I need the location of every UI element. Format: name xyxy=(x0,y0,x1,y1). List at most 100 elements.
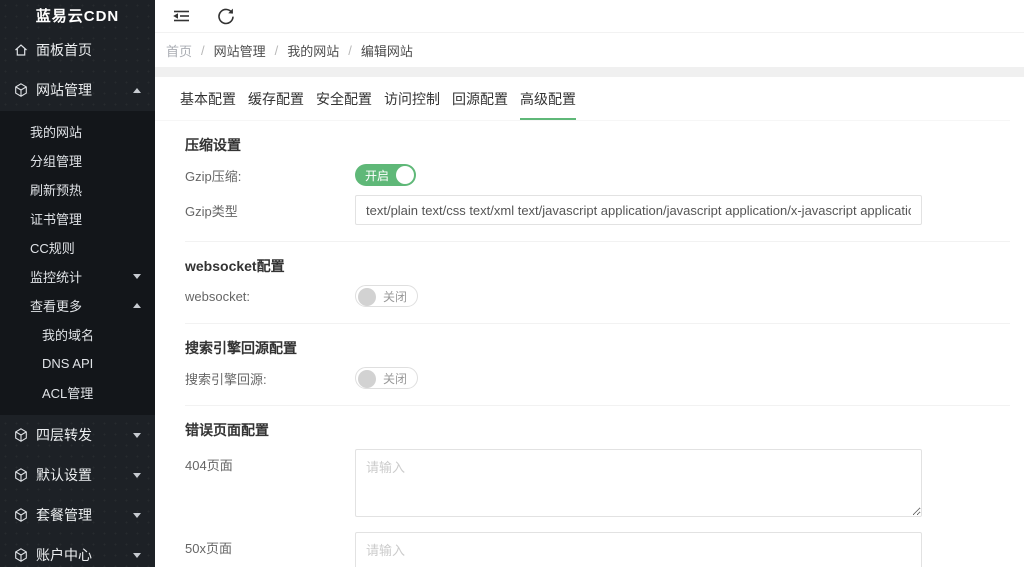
sidebar-item-see-more[interactable]: 查看更多 xyxy=(0,291,155,320)
section-divider xyxy=(185,241,1010,242)
toggle-on-label: 开启 xyxy=(365,168,390,183)
sidebar-item-label: 我的网站 xyxy=(30,125,83,140)
sidebar-item-label: CC规则 xyxy=(30,241,75,256)
content-gap-strip xyxy=(155,67,1024,77)
home-icon xyxy=(13,42,29,58)
chevron-down-icon xyxy=(133,274,141,279)
sidebar-item-group-management[interactable]: 分组管理 xyxy=(0,146,155,175)
chevron-down-icon xyxy=(133,432,141,438)
field-label: 404页面 xyxy=(185,458,233,473)
gzip-toggle[interactable]: 开启 xyxy=(355,164,417,186)
chevron-down-icon xyxy=(133,552,141,558)
cube-icon xyxy=(13,427,29,443)
breadcrumb-separator: / xyxy=(274,42,279,58)
sidebar-item-account-center[interactable]: 账户中心 xyxy=(0,535,155,567)
sidebar-item-label: 四层转发 xyxy=(36,427,92,443)
topbar xyxy=(155,0,1024,33)
field-label: Gzip类型 xyxy=(185,203,238,219)
sidebar-submenu: 我的网站 分组管理 刷新预热 证书管理 CC规则 监控统计 查看更多 我的域名 … xyxy=(0,111,155,415)
sidebar-item-cc-rules[interactable]: CC规则 xyxy=(0,233,155,262)
tab-basic-config[interactable]: 基本配置 xyxy=(180,77,236,120)
section-title-search-engine: 搜索引擎回源配置 xyxy=(185,340,297,356)
page-50x-textarea[interactable] xyxy=(355,532,922,567)
cube-icon xyxy=(13,467,29,483)
field-label: 50x页面 xyxy=(185,541,232,556)
sidebar-item-cert-management[interactable]: 证书管理 xyxy=(0,204,155,233)
sidebar-item-label: 套餐管理 xyxy=(36,507,92,523)
advanced-config-form: 压缩设置 Gzip压缩: 开启 Gzip类型 websocket配置 webso xyxy=(155,135,1010,567)
sidebar-item-label: 查看更多 xyxy=(30,299,83,314)
sidebar-item-default-settings[interactable]: 默认设置 xyxy=(0,455,155,495)
tab-origin-config[interactable]: 回源配置 xyxy=(452,77,508,120)
sidebar: 蓝易云CDN 面板首页 网站管理 我的网站 分组管理 刷新预热 证书管理 CC规… xyxy=(0,0,155,567)
sidebar-item-dns-api[interactable]: DNS API xyxy=(0,349,155,378)
field-label: Gzip压缩: xyxy=(185,168,242,184)
tab-access-control[interactable]: 访问控制 xyxy=(384,77,440,120)
field-label: 搜索引擎回源: xyxy=(185,371,267,387)
app-root: 蓝易云CDN 面板首页 网站管理 我的网站 分组管理 刷新预热 证书管理 CC规… xyxy=(0,0,1024,567)
refresh-icon[interactable] xyxy=(217,7,237,25)
toggle-off-label: 关闭 xyxy=(383,289,408,304)
tab-advanced-config[interactable]: 高级配置 xyxy=(520,77,576,120)
sidebar-item-monitor-stats[interactable]: 监控统计 xyxy=(0,262,155,291)
sidebar-item-label: 网站管理 xyxy=(36,82,92,98)
tab-security-config[interactable]: 安全配置 xyxy=(316,77,372,120)
sidebar-item-my-domains[interactable]: 我的域名 xyxy=(0,320,155,349)
config-tabs: 基本配置 缓存配置 安全配置 访问控制 回源配置 高级配置 xyxy=(155,77,1010,121)
app-logo: 蓝易云CDN xyxy=(35,8,120,25)
sidebar-item-label: 监控统计 xyxy=(30,270,83,285)
form-row-404-page: 404页面 xyxy=(185,449,1010,517)
sidebar-item-acl-management[interactable]: ACL管理 xyxy=(0,378,155,407)
sidebar-item-layer4-forwarding[interactable]: 四层转发 xyxy=(0,415,155,455)
sidebar-item-label: 账户中心 xyxy=(36,547,92,563)
sidebar-item-label: 刷新预热 xyxy=(30,183,83,198)
sidebar-item-my-sites[interactable]: 我的网站 xyxy=(0,117,155,146)
section-divider xyxy=(185,405,1010,406)
section-title-error-pages: 错误页面配置 xyxy=(185,422,269,438)
section-divider xyxy=(185,323,1010,324)
sidebar-item-label: 我的域名 xyxy=(42,328,95,343)
websocket-toggle[interactable]: 关闭 xyxy=(355,285,419,307)
form-row-50x-page: 50x页面 xyxy=(185,532,1010,567)
form-row-websocket-switch: websocket: 关闭 xyxy=(185,285,1010,307)
sidebar-item-label: DNS API xyxy=(42,356,94,371)
field-label: websocket: xyxy=(185,288,251,304)
toggle-knob xyxy=(358,288,376,306)
breadcrumb: 首页 / 网站管理 / 我的网站 / 编辑网站 xyxy=(155,33,1024,67)
form-row-search-engine-switch: 搜索引擎回源: 关闭 xyxy=(185,367,1010,389)
chevron-up-icon xyxy=(133,303,141,308)
cube-icon xyxy=(13,82,29,98)
cube-icon xyxy=(13,507,29,523)
sidebar-item-plan-management[interactable]: 套餐管理 xyxy=(0,495,155,535)
form-row-gzip-types: Gzip类型 xyxy=(185,195,1010,225)
sidebar-item-label: 分组管理 xyxy=(30,154,83,169)
content-card: 基本配置 缓存配置 安全配置 访问控制 回源配置 高级配置 压缩设置 Gzip压… xyxy=(155,77,1024,567)
gzip-types-input[interactable] xyxy=(355,195,922,225)
form-row-gzip-switch: Gzip压缩: 开启 xyxy=(185,164,1010,186)
sidebar-item-label: 默认设置 xyxy=(36,467,92,483)
sidebar-item-label: 证书管理 xyxy=(30,212,83,227)
collapse-sidebar-icon[interactable] xyxy=(171,7,191,25)
breadcrumb-separator: / xyxy=(201,42,205,58)
tab-cache-config[interactable]: 缓存配置 xyxy=(248,77,304,120)
chevron-down-icon xyxy=(133,472,141,478)
breadcrumb-home[interactable]: 首页 xyxy=(166,41,192,60)
breadcrumb-site-management[interactable]: 网站管理 xyxy=(214,41,266,60)
toggle-knob xyxy=(358,370,376,388)
chevron-up-icon xyxy=(133,87,141,93)
cube-icon xyxy=(13,547,29,563)
page-404-textarea[interactable] xyxy=(355,449,922,517)
section-title-websocket: websocket配置 xyxy=(185,258,285,274)
sidebar-item-site-management[interactable]: 网站管理 xyxy=(0,69,155,111)
sidebar-item-dashboard[interactable]: 面板首页 xyxy=(0,31,155,69)
main-area: 首页 / 网站管理 / 我的网站 / 编辑网站 基本配置 缓存配置 安全配置 访… xyxy=(155,0,1024,567)
chevron-down-icon xyxy=(133,512,141,518)
breadcrumb-edit-site: 编辑网站 xyxy=(360,43,413,59)
breadcrumb-my-sites[interactable]: 我的网站 xyxy=(287,41,339,60)
breadcrumb-separator: / xyxy=(348,42,352,58)
toggle-knob xyxy=(396,166,415,184)
section-title-compression: 压缩设置 xyxy=(185,137,241,153)
search-engine-origin-toggle[interactable]: 关闭 xyxy=(355,367,419,389)
sidebar-item-refresh-preheat[interactable]: 刷新预热 xyxy=(0,175,155,204)
sidebar-item-label: 面板首页 xyxy=(36,42,92,58)
